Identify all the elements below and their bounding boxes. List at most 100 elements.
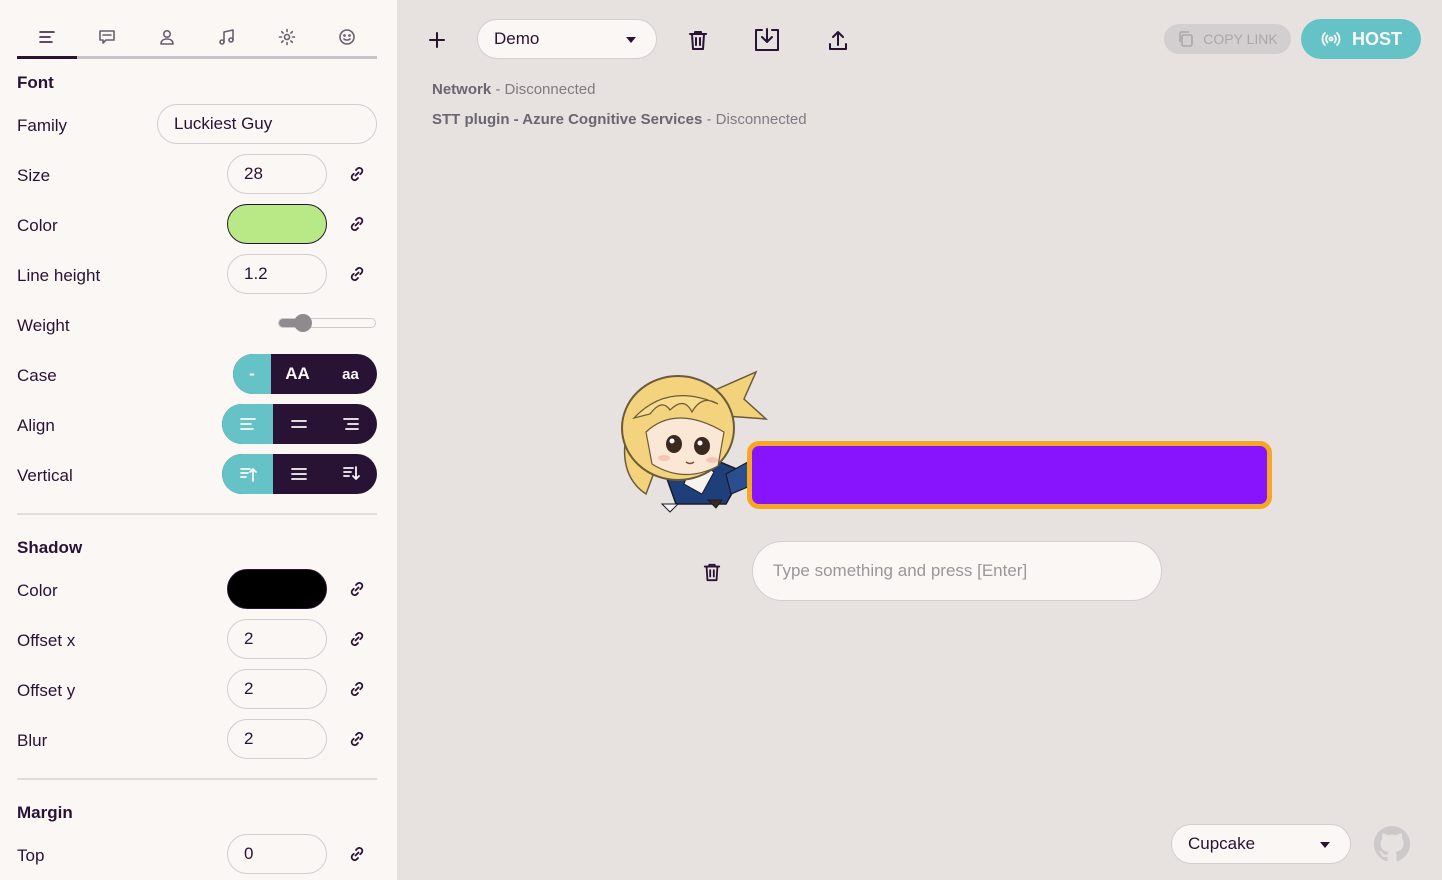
vertical-bottom-button[interactable]: [325, 454, 377, 494]
margin-top-link-icon[interactable]: [346, 843, 368, 865]
settings-sidebar: Font Family Luckiest Guy Size 28 Color L…: [0, 0, 397, 880]
line-height-label: Line height: [17, 266, 101, 285]
section-divider: [17, 778, 377, 780]
offset-x-link-icon[interactable]: [346, 628, 368, 650]
margin-top-input[interactable]: 0: [227, 834, 327, 874]
align-right-icon: [343, 418, 359, 430]
preset-select-value: Demo: [494, 29, 540, 48]
align-top-icon: [239, 468, 257, 482]
offset-y-label: Offset y: [17, 681, 76, 700]
case-toggle-group: - AA aa: [233, 354, 377, 394]
size-link-icon[interactable]: [346, 163, 368, 185]
message-input-placeholder: Type something and press [Enter]: [773, 561, 1028, 580]
align-toggle-group: [222, 404, 377, 444]
tab-settings[interactable]: [257, 17, 317, 56]
case-none-button[interactable]: -: [233, 354, 271, 394]
shadow-color-link-icon[interactable]: [346, 578, 368, 600]
align-middle-icon: [291, 468, 307, 480]
weight-slider[interactable]: [278, 314, 376, 332]
preset-select[interactable]: Demo: [477, 19, 657, 59]
color-link-icon[interactable]: [346, 213, 368, 235]
text-align-icon: [39, 30, 55, 43]
network-status-state: Disconnected: [504, 81, 596, 98]
weight-slider-thumb[interactable]: [294, 314, 312, 332]
stt-status: STT plugin - Azure Cognitive Services - …: [432, 111, 807, 128]
family-select[interactable]: Luckiest Guy: [157, 104, 377, 144]
copy-icon: [1179, 31, 1194, 47]
tab-sound[interactable]: [197, 17, 257, 56]
shadow-color-swatch[interactable]: [227, 569, 327, 609]
trash-icon: [703, 563, 721, 582]
vertical-toggle-group: [222, 454, 377, 494]
section-divider: [17, 513, 377, 515]
line-height-input[interactable]: 1.2: [227, 254, 327, 294]
weight-label: Weight: [17, 316, 70, 335]
margin-top-label: Top: [17, 846, 45, 865]
offset-y-input[interactable]: 2: [227, 669, 327, 709]
size-label: Size: [17, 166, 51, 185]
delete-preset-button[interactable]: [686, 28, 710, 52]
clear-input-button[interactable]: [700, 560, 724, 584]
add-button[interactable]: [426, 29, 448, 51]
case-lower-button[interactable]: aa: [324, 354, 377, 394]
align-center-button[interactable]: [273, 404, 325, 444]
trash-icon: [689, 31, 707, 50]
margin-section-title: Margin: [17, 803, 73, 822]
size-input[interactable]: 28: [227, 154, 327, 194]
blur-label: Blur: [17, 731, 48, 750]
host-label: HOST: [1351, 28, 1402, 49]
align-left-icon: [239, 418, 256, 430]
github-icon[interactable]: [1374, 826, 1410, 862]
host-button[interactable]: HOST: [1301, 19, 1421, 59]
chevron-down-icon: [1320, 842, 1330, 848]
tab-text[interactable]: [17, 17, 77, 59]
align-bottom-icon: [343, 466, 360, 480]
offset-x-input[interactable]: 2: [227, 619, 327, 659]
theme-select-value: Cupcake: [1188, 834, 1256, 853]
speech-bubble-preview: [747, 441, 1272, 509]
chat-icon: [99, 29, 115, 44]
align-label: Align: [17, 416, 55, 435]
network-status-label: Network: [432, 81, 492, 98]
tab-bubble[interactable]: [77, 17, 137, 56]
line-height-link-icon[interactable]: [346, 263, 368, 285]
avatar-image: [621, 370, 768, 513]
family-label: Family: [17, 116, 68, 135]
align-center-icon: [291, 420, 307, 428]
network-status: Network - Disconnected: [432, 81, 596, 98]
shadow-section-title: Shadow: [17, 538, 83, 557]
case-label: Case: [17, 366, 57, 385]
upload-icon: [829, 31, 847, 50]
blur-input[interactable]: 2: [227, 719, 327, 759]
broadcast-icon: [1321, 32, 1341, 46]
offset-y-link-icon[interactable]: [346, 678, 368, 700]
music-icon: [219, 28, 234, 45]
theme-select[interactable]: Cupcake: [1171, 824, 1351, 864]
stt-status-label: STT plugin - Azure Cognitive Services: [432, 111, 703, 128]
user-icon: [160, 29, 174, 45]
align-left-button[interactable]: [222, 404, 273, 444]
blur-link-icon[interactable]: [346, 728, 368, 750]
shadow-color-label: Color: [17, 581, 58, 600]
font-color-label: Color: [17, 216, 58, 235]
copy-link-button[interactable]: COPY LINK: [1164, 24, 1291, 54]
font-section-title: Font: [17, 73, 54, 92]
tab-avatar[interactable]: [137, 17, 197, 56]
plus-icon: [429, 32, 445, 48]
message-input[interactable]: Type something and press [Enter]: [752, 541, 1162, 601]
vertical-middle-button[interactable]: [273, 454, 325, 494]
smile-icon: [339, 28, 355, 45]
gear-icon: [278, 28, 296, 45]
download-tray-icon: [755, 28, 779, 51]
copy-link-label: COPY LINK: [1203, 31, 1278, 47]
case-upper-button[interactable]: AA: [271, 354, 324, 394]
tab-emotes[interactable]: [317, 17, 377, 56]
stt-status-state: Disconnected: [715, 111, 807, 128]
vertical-top-button[interactable]: [222, 454, 273, 494]
font-color-swatch[interactable]: [227, 204, 327, 244]
export-button[interactable]: [826, 27, 850, 53]
align-right-button[interactable]: [325, 404, 377, 444]
chevron-down-icon: [626, 37, 636, 43]
import-button[interactable]: [752, 26, 782, 54]
sidebar-tabs: [17, 17, 377, 59]
